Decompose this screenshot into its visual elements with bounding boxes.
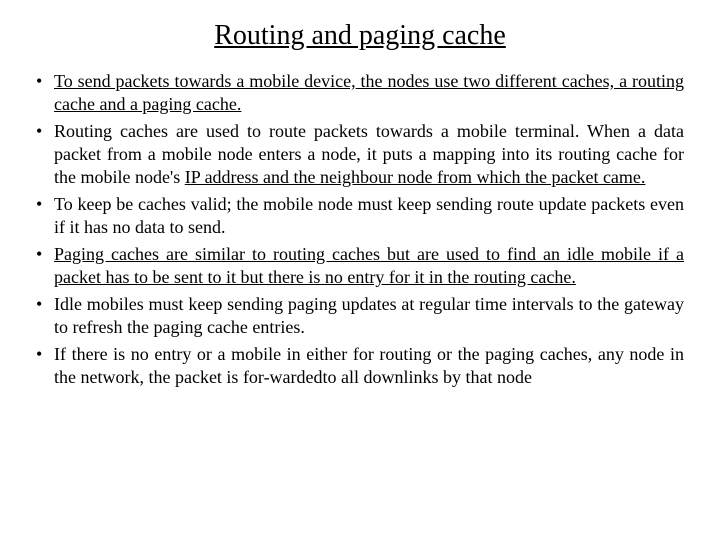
slide-title: Routing and paging cache	[36, 20, 684, 52]
bullet-list: To send packets towards a mobile device,…	[36, 70, 684, 389]
list-item: Idle mobiles must keep sending paging up…	[36, 293, 684, 339]
list-item: Routing caches are used to route packets…	[36, 120, 684, 189]
list-item: To keep be caches valid; the mobile node…	[36, 193, 684, 239]
list-item: If there is no entry or a mobile in eith…	[36, 343, 684, 389]
slide: Routing and paging cache To send packets…	[0, 0, 720, 389]
list-item: Paging caches are similar to routing cac…	[36, 243, 684, 289]
list-item: To send packets towards a mobile device,…	[36, 70, 684, 116]
